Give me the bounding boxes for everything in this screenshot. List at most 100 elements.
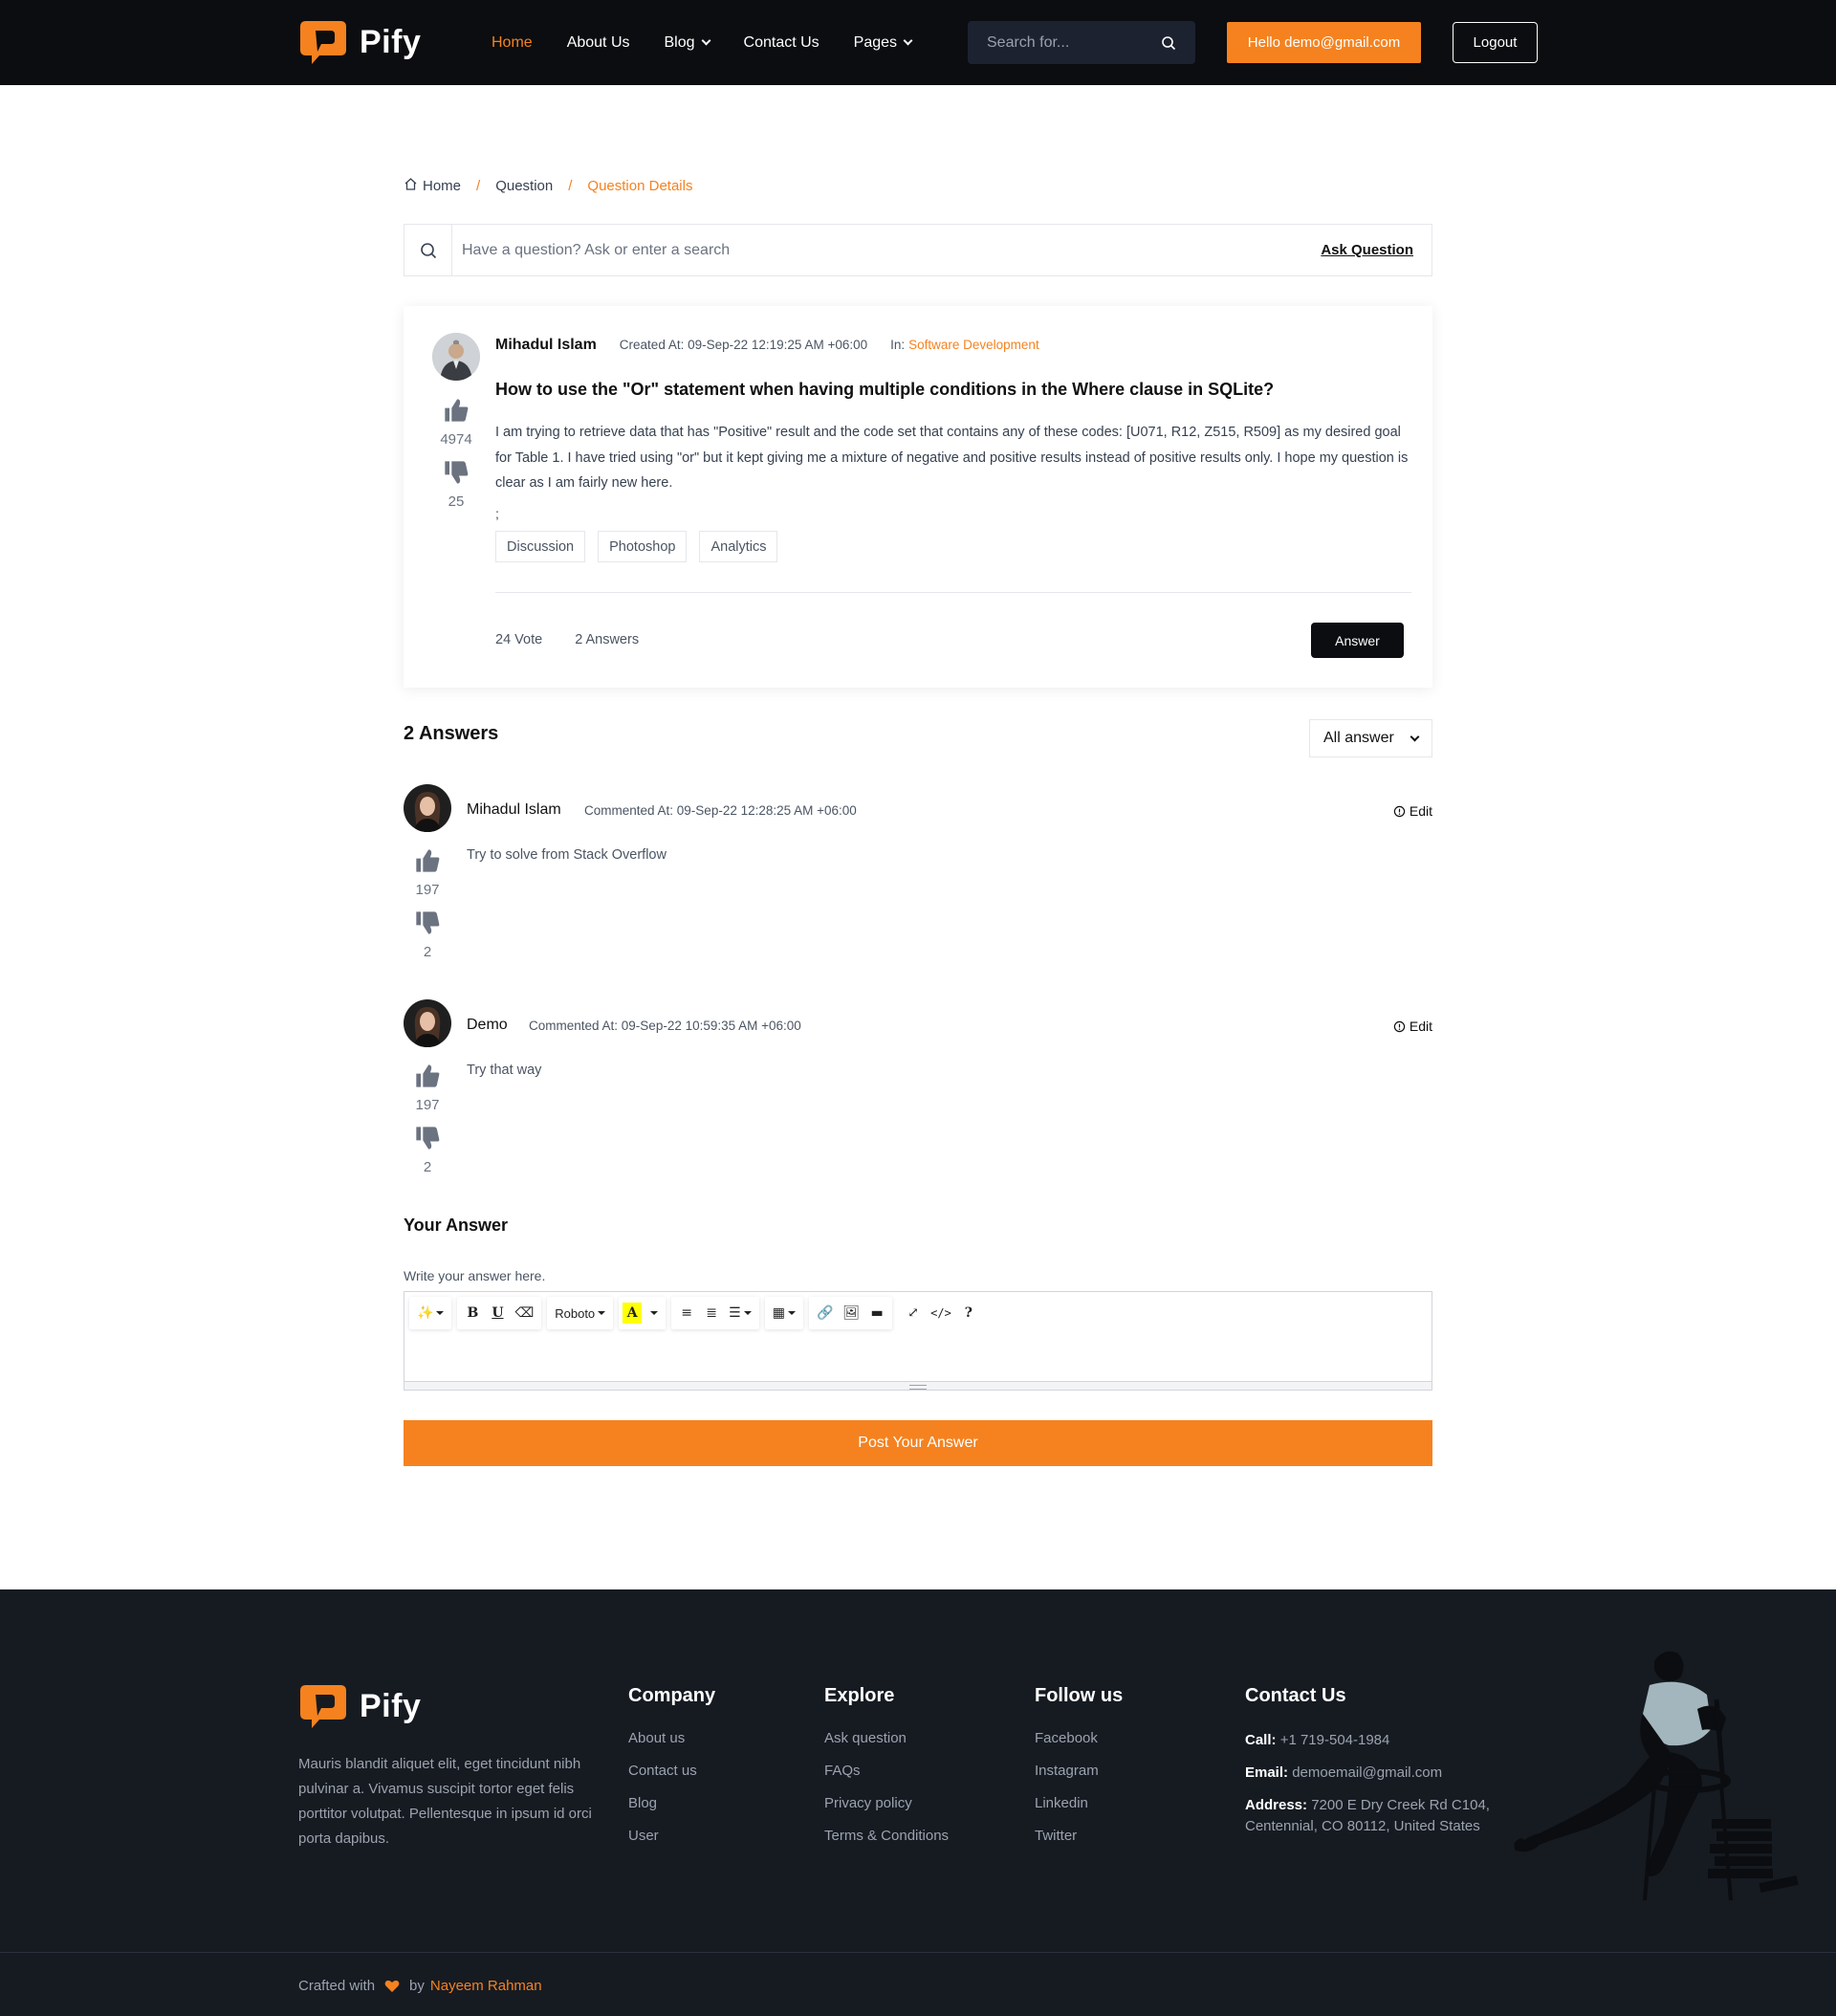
thumbs-down-icon[interactable] (443, 459, 470, 486)
footer-link-about[interactable]: About us (628, 1730, 715, 1746)
question-answer-count: 2 Answers (575, 632, 640, 647)
underline-icon[interactable]: U (486, 1300, 509, 1326)
footer-divider (0, 1952, 1836, 1953)
editor-toolbar: ✨ B U ⌫ Roboto A ≡ ≣ ☰ ▦ 🔗 🖼 ▬ ⤢ </> ? (409, 1297, 984, 1329)
main-nav: Home About Us Blog Contact Us Pages (492, 0, 946, 85)
ask-question-link[interactable]: Ask Question (1321, 242, 1413, 258)
tag-analytics[interactable]: Analytics (699, 531, 778, 562)
footer-company-title: Company (628, 1685, 716, 1706)
footer-link-twitter[interactable]: Twitter (1035, 1828, 1123, 1844)
footer-link-blog[interactable]: Blog (628, 1795, 715, 1811)
edit-answer-button[interactable]: Edit (1393, 1019, 1432, 1034)
breadcrumb-home[interactable]: Home (423, 178, 461, 194)
nav-blog[interactable]: Blog (665, 34, 710, 52)
email-value[interactable]: demoemail@gmail.com (1292, 1764, 1442, 1781)
text-color-icon[interactable]: A (623, 1303, 643, 1324)
font-family-select[interactable]: Roboto (551, 1300, 609, 1326)
footer-description: Mauris blandit aliquet elit, eget tincid… (298, 1756, 592, 1847)
nav-pages-label: Pages (853, 33, 898, 51)
thumbs-up-icon[interactable] (443, 397, 470, 424)
ordered-list-icon[interactable]: ≣ (700, 1300, 723, 1326)
edit-label: Edit (1409, 803, 1432, 819)
align-icon[interactable]: ☰ (725, 1300, 755, 1326)
search-icon[interactable] (1161, 35, 1176, 51)
brand-logo[interactable]: Pify (298, 19, 421, 65)
question-category[interactable]: Software Development (908, 338, 1039, 352)
unordered-list-icon[interactable]: ≡ (675, 1300, 698, 1326)
footer-follow-column: Follow us Facebook Instagram Linkedin Tw… (1035, 1685, 1123, 1860)
brand-name: Pify (360, 23, 422, 60)
nav-about-us[interactable]: About Us (567, 34, 630, 52)
edit-label: Edit (1409, 1019, 1432, 1034)
image-icon[interactable]: 🖼 (839, 1300, 863, 1326)
nav-contact-us[interactable]: Contact Us (744, 34, 820, 52)
address-label: Address: (1245, 1797, 1308, 1813)
thumbs-up-icon[interactable] (414, 1063, 441, 1089)
question-search-bar: Ask Question (404, 224, 1432, 276)
question-search-input[interactable] (452, 241, 1322, 259)
footer-address: Address: 7200 E Dry Creek Rd C104, Cente… (1245, 1795, 1494, 1837)
user-greeting-button[interactable]: Hello demo@gmail.com (1227, 22, 1421, 63)
footer-link-linkedin[interactable]: Linkedin (1035, 1795, 1123, 1811)
question-created-at: Created At: 09-Sep-22 12:19:25 AM +06:00 (619, 338, 868, 352)
editor-content-area[interactable] (404, 1334, 1432, 1380)
question-trailing-text: ; (495, 506, 499, 521)
edit-answer-button[interactable]: Edit (1393, 803, 1432, 819)
footer-link-privacy[interactable]: Privacy policy (824, 1795, 949, 1811)
logo-icon (300, 1685, 346, 1728)
thumbs-down-icon[interactable] (414, 909, 441, 936)
magic-style-icon[interactable]: ✨ (413, 1300, 448, 1326)
code-view-icon[interactable]: </> (927, 1300, 955, 1326)
breadcrumb-question[interactable]: Question (495, 178, 553, 194)
help-icon[interactable]: ? (957, 1300, 980, 1326)
post-answer-button[interactable]: Post Your Answer (404, 1420, 1432, 1466)
answer-author[interactable]: Mihadul Islam (467, 801, 561, 819)
eraser-icon[interactable]: ⌫ (511, 1300, 537, 1326)
answer-filter-value: All answer (1323, 730, 1394, 746)
color-dropdown[interactable] (644, 1300, 662, 1326)
question-upvote-count: 4974 (440, 431, 472, 448)
credit-author-link[interactable]: Nayeem Rahman (430, 1978, 542, 1994)
editor-resize-handle[interactable] (404, 1381, 1432, 1390)
logout-button[interactable]: Logout (1453, 22, 1538, 63)
nav-about-label: About Us (566, 33, 630, 51)
tag-discussion[interactable]: Discussion (495, 531, 586, 562)
answer-downvote-count: 2 (423, 944, 432, 960)
tag-photoshop[interactable]: Photoshop (598, 531, 688, 562)
answer-upvote-count: 197 (415, 1097, 440, 1113)
footer-logo[interactable]: Pify (298, 1683, 421, 1729)
answer-button[interactable]: Answer (1311, 623, 1404, 658)
thumbs-down-icon[interactable] (414, 1125, 441, 1151)
fullscreen-icon[interactable]: ⤢ (902, 1300, 925, 1326)
answer-avatar-image (404, 784, 451, 832)
footer-link-terms[interactable]: Terms & Conditions (824, 1828, 949, 1844)
toolbar-group-para: ≡ ≣ ☰ (671, 1297, 759, 1329)
footer-link-user[interactable]: User (628, 1828, 715, 1844)
answer-filter-select[interactable]: All answer (1309, 719, 1432, 757)
footer-link-contact[interactable]: Contact us (628, 1763, 715, 1779)
footer-link-ask-question[interactable]: Ask question (824, 1730, 949, 1746)
bold-icon[interactable]: B (461, 1300, 484, 1326)
footer-contact-column: Contact Us Call: +1 719-504-1984 Email: … (1245, 1685, 1494, 1849)
footer-brand-name: Pify (360, 1687, 422, 1724)
question-vote-column: 4974 25 (427, 397, 485, 521)
footer-link-facebook[interactable]: Facebook (1035, 1730, 1123, 1746)
call-value[interactable]: +1 719-504-1984 (1280, 1732, 1390, 1748)
toolbar-group-color: A (619, 1297, 667, 1329)
footer-link-instagram[interactable]: Instagram (1035, 1763, 1123, 1779)
answer-item: 197 2 Demo Commented At: 09-Sep-22 10:59… (404, 999, 1432, 1191)
footer-email: Email: demoemail@gmail.com (1245, 1763, 1494, 1784)
link-icon[interactable]: 🔗 (813, 1300, 837, 1326)
thumbs-up-icon[interactable] (414, 847, 441, 874)
question-title: How to use the "Or" statement when havin… (495, 380, 1275, 399)
video-icon[interactable]: ▬ (865, 1300, 888, 1326)
nav-pages[interactable]: Pages (853, 33, 913, 52)
footer-link-faqs[interactable]: FAQs (824, 1763, 949, 1779)
table-icon[interactable]: ▦ (769, 1300, 799, 1326)
answer-item: 197 2 Mihadul Islam Commented At: 09-Sep… (404, 784, 1432, 975)
nav-home-label: Home (492, 33, 533, 51)
question-author[interactable]: Mihadul Islam (495, 337, 597, 354)
answer-author[interactable]: Demo (467, 1017, 508, 1034)
header-search-input[interactable] (987, 33, 1140, 52)
nav-home[interactable]: Home (492, 34, 533, 52)
